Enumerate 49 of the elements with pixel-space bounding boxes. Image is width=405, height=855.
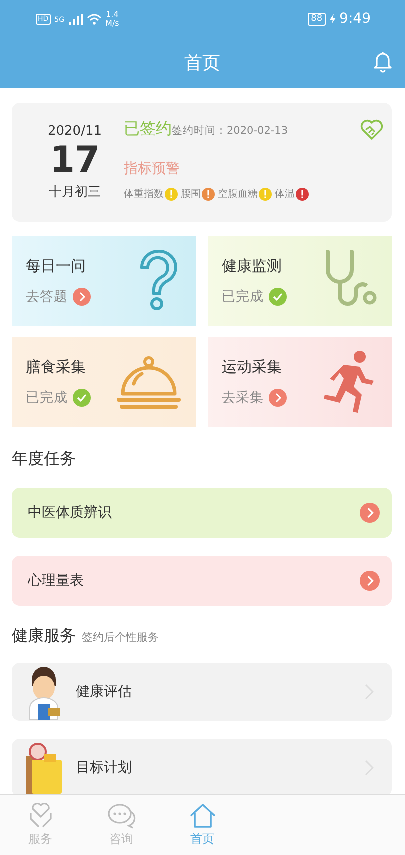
feature-card[interactable]: 健康监测 已完成 [208,236,392,326]
card-title: 健康监测 [222,256,283,276]
battery-level: 88 [308,12,326,26]
card-status: 去答题 [26,288,68,306]
service-label: 目标计划 [76,759,133,777]
folder-icon [24,740,64,796]
card-title: 每日一问 [26,256,87,276]
arrow-circle-icon [360,571,380,591]
section-title: 健康服务 [12,626,76,647]
arrow-circle-icon [360,503,380,523]
card-status: 已完成 [26,388,68,406]
sign-time: 签约时间：2020-02-13 [172,124,288,138]
task-item[interactable]: 心理量表 [12,556,392,606]
signal-icon [68,14,83,24]
feature-card[interactable]: 每日一问 去答题 [12,236,196,326]
wifi-icon [86,14,102,24]
task-item[interactable]: 中医体质辨识 [12,488,392,538]
service-label: 健康评估 [76,683,133,701]
warning-title: 指标预警 [124,160,181,178]
handshake-heart-icon [360,119,384,141]
feature-card[interactable]: 运动采集 去采集 [208,337,392,427]
date-month: 2020/11 [48,124,102,139]
clock-time: 9:49 [340,11,371,27]
section-subtitle: 签约后个性服务 [82,630,159,645]
page-title: 首页 [184,52,220,75]
indicator-label: 体温 [275,188,295,201]
card-status: 去采集 [222,388,264,406]
card-title: 膳食采集 [26,358,87,376]
task-label: 心理量表 [28,572,84,590]
card-status: 已完成 [222,288,264,306]
lunar-date: 十月初三 [49,184,101,201]
charging-icon [330,14,336,24]
indicator-label: 体重指数 [124,188,164,201]
chat-icon [106,802,136,828]
speed-value: 1.4 [106,10,119,19]
date-day: 17 [50,139,100,183]
home-icon [188,802,216,828]
feature-card[interactable]: 膳食采集 已完成 [12,337,196,427]
task-label: 中医体质辨识 [28,504,112,522]
indicator-label: 腰围 [181,188,201,201]
indicator-label: 空腹血糖 [218,188,258,201]
sign-status: 已签约 [124,119,172,140]
section-title: 年度任务 [12,449,77,470]
service-item[interactable]: 目标计划 [12,739,392,797]
card-title: 运动采集 [222,358,283,376]
bell-icon[interactable] [373,51,393,73]
speed-unit: M/s [106,19,120,28]
service-item[interactable]: 健康评估 [12,663,392,721]
food-cover-icon [116,354,182,410]
